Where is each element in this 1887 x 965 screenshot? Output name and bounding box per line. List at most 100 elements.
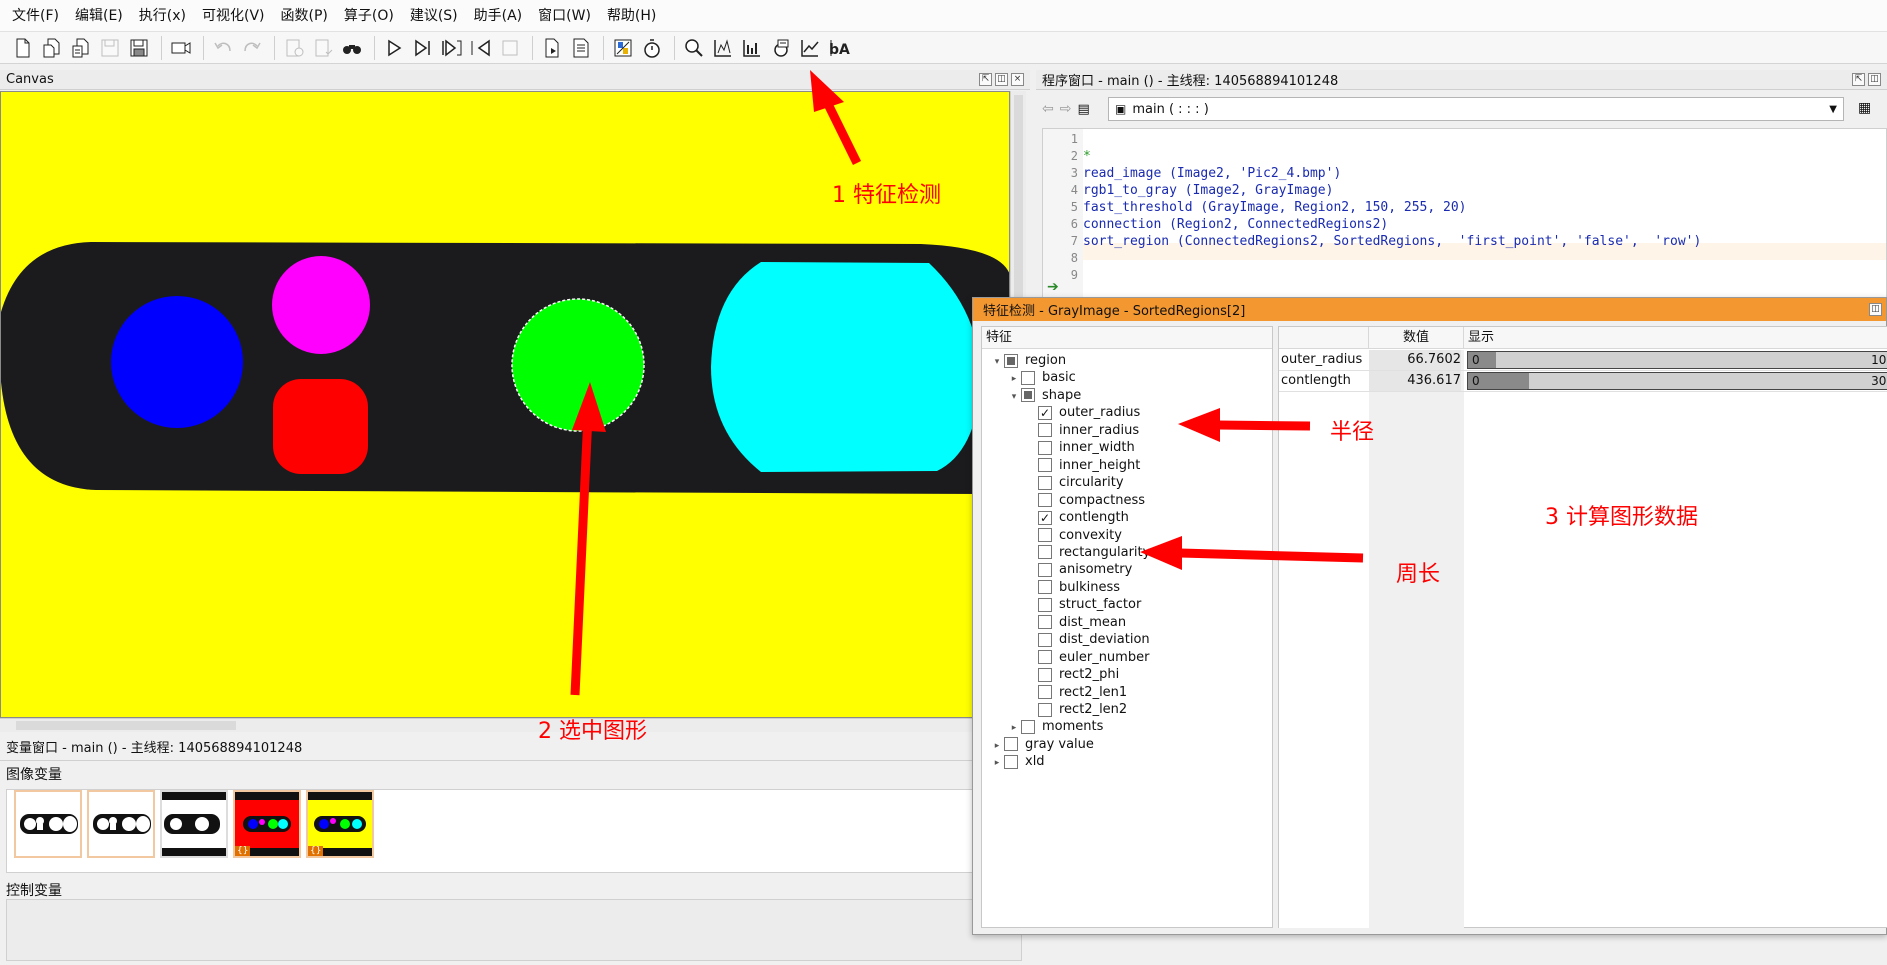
feature-checkbox[interactable]	[1021, 388, 1035, 403]
insert-icon[interactable]	[310, 35, 336, 61]
code-line[interactable]: fast_threshold (GrayImage, Region2, 150,…	[1083, 199, 1467, 216]
redo-icon[interactable]	[239, 35, 265, 61]
menu-item[interactable]: 执行(x)	[131, 0, 194, 32]
feature-checkbox[interactable]	[1038, 493, 1052, 508]
feature-value: 436.617	[1369, 371, 1461, 391]
line-profile-icon[interactable]	[739, 35, 765, 61]
float-icon[interactable]: ⇱	[979, 73, 992, 86]
feature-checkbox[interactable]	[1021, 719, 1035, 734]
feature-checkbox[interactable]	[1038, 475, 1052, 490]
menu-item[interactable]: 函数(P)	[273, 0, 336, 32]
feature-checkbox[interactable]	[1038, 545, 1052, 560]
chevron-down-icon: ▼	[1829, 103, 1837, 115]
feature-checkbox[interactable]	[1038, 580, 1052, 595]
tree-item-xld[interactable]: ▸ xld	[990, 751, 1045, 772]
step-over-icon[interactable]	[410, 35, 436, 61]
step-out-icon[interactable]	[468, 35, 494, 61]
record-icon[interactable]	[168, 35, 194, 61]
code-line[interactable]: read_image (Image2, 'Pic2_4.bmp')	[1083, 165, 1341, 182]
tree-item-label: rectangularity	[1059, 544, 1151, 560]
menu-item[interactable]: 窗口(W)	[530, 0, 599, 32]
image-variable-thumb[interactable]	[14, 790, 82, 858]
chevron-down-icon[interactable]: ▾	[1007, 387, 1021, 408]
clear-icon[interactable]	[281, 35, 307, 61]
feature-checkbox[interactable]	[1038, 615, 1052, 630]
code-line[interactable]: sort_region (ConnectedRegions2, SortedRe…	[1083, 233, 1701, 250]
image-variable-thumb[interactable]: {}	[233, 790, 301, 858]
feature-checkbox[interactable]	[1038, 423, 1052, 438]
menu-item[interactable]: 帮助(H)	[599, 0, 664, 32]
code-line[interactable]: *	[1083, 148, 1091, 165]
menu-item[interactable]: 编辑(E)	[67, 0, 131, 32]
feature-checkbox[interactable]	[1038, 632, 1052, 647]
open-example-icon[interactable]	[68, 35, 94, 61]
chevron-right-icon[interactable]: ▸	[990, 753, 1004, 774]
menu-item[interactable]: 助手(A)	[466, 0, 531, 32]
procedure-icon[interactable]	[568, 35, 594, 61]
procedure-select[interactable]: ▣ main ( : : : ) ▼	[1108, 97, 1844, 121]
feature-checkbox[interactable]	[1038, 458, 1052, 473]
feature-checkbox[interactable]	[1038, 685, 1052, 700]
feature-checkbox[interactable]: ✓	[1038, 510, 1052, 525]
feature-checkbox[interactable]	[1038, 562, 1052, 577]
feature-checkbox[interactable]	[1004, 737, 1018, 752]
feature-checkbox[interactable]	[1038, 528, 1052, 542]
canvas-horizontal-scrollbar[interactable]	[0, 718, 1010, 732]
tree-item-label: inner_radius	[1059, 422, 1140, 438]
open-file-icon[interactable]	[39, 35, 65, 61]
menu-item[interactable]: 算子(O)	[336, 0, 402, 32]
menu-item[interactable]: 建议(S)	[402, 0, 466, 32]
feature-checkbox[interactable]	[1038, 440, 1052, 455]
feature-value-row[interactable]: outer_radius 66.7602 0 100	[1279, 350, 1887, 371]
procedure-edit-icon[interactable]: ▦	[1858, 100, 1871, 116]
image-variable-thumb[interactable]	[160, 790, 228, 858]
feature-checkbox[interactable]	[1038, 702, 1052, 717]
code-editor[interactable]: 1 2 * 3 read_image (Image2, 'Pic2_4.bmp') 4 rg…	[1042, 128, 1887, 298]
menu-item[interactable]: 文件(F)	[4, 0, 67, 32]
feature-value-row[interactable]: contlength 436.617 0 300	[1279, 371, 1887, 392]
back-arrow-icon[interactable]: ⇦	[1042, 101, 1054, 117]
gray-histogram-icon[interactable]	[610, 35, 636, 61]
save-all-icon[interactable]	[126, 35, 152, 61]
stopwatch-icon[interactable]	[639, 35, 665, 61]
close-icon[interactable]: ×	[1011, 73, 1024, 86]
zoom-icon[interactable]	[681, 35, 707, 61]
blue-circle-region	[111, 296, 243, 428]
new-file-icon[interactable]	[10, 35, 36, 61]
feature-inspection-icon[interactable]	[768, 35, 794, 61]
line-number: 4	[1070, 183, 1078, 197]
save-disabled-icon[interactable]	[97, 35, 123, 61]
restore-icon[interactable]: ◫	[1869, 303, 1882, 316]
image-variable-thumb[interactable]: {}	[306, 790, 374, 858]
undo-icon[interactable]	[210, 35, 236, 61]
cyan-region	[711, 262, 981, 472]
find-icon[interactable]	[339, 35, 365, 61]
image-variable-thumb[interactable]	[87, 790, 155, 858]
line-number: 7	[1070, 234, 1078, 248]
clipboard-icon[interactable]: ▤	[1077, 102, 1089, 117]
histogram-icon[interactable]	[710, 35, 736, 61]
feature-checkbox[interactable]: ✓	[1038, 405, 1052, 420]
forward-arrow-icon[interactable]: ⇨	[1060, 101, 1072, 117]
code-line[interactable]: rgb1_to_gray (Image2, GrayImage)	[1083, 182, 1333, 199]
restore-icon[interactable]: ◫	[995, 73, 1008, 86]
feature-checkbox[interactable]	[1038, 667, 1052, 682]
feature-checkbox[interactable]	[1004, 353, 1018, 368]
script-icon[interactable]	[539, 35, 565, 61]
feature-checkbox[interactable]	[1004, 754, 1018, 769]
feature-checkbox[interactable]	[1038, 650, 1052, 665]
menu-item[interactable]: 可视化(V)	[194, 0, 273, 32]
step-into-icon[interactable]	[439, 35, 465, 61]
feature-checkbox[interactable]	[1021, 370, 1035, 385]
feature-checkbox[interactable]	[1038, 597, 1052, 612]
gray-profile-icon[interactable]	[797, 35, 823, 61]
code-line[interactable]: connection (Region2, ConnectedRegions2)	[1083, 216, 1388, 233]
run-icon[interactable]	[381, 35, 407, 61]
restore-icon[interactable]: ◫	[1868, 73, 1881, 86]
canvas-hscroll-handle[interactable]	[16, 721, 236, 730]
stop-icon[interactable]	[497, 35, 523, 61]
chevron-down-icon[interactable]: ▾	[990, 352, 1004, 373]
float-icon[interactable]: ⇱	[1852, 73, 1865, 86]
line-number: 2	[1070, 149, 1078, 163]
ocr-icon[interactable]: bA	[826, 35, 852, 61]
